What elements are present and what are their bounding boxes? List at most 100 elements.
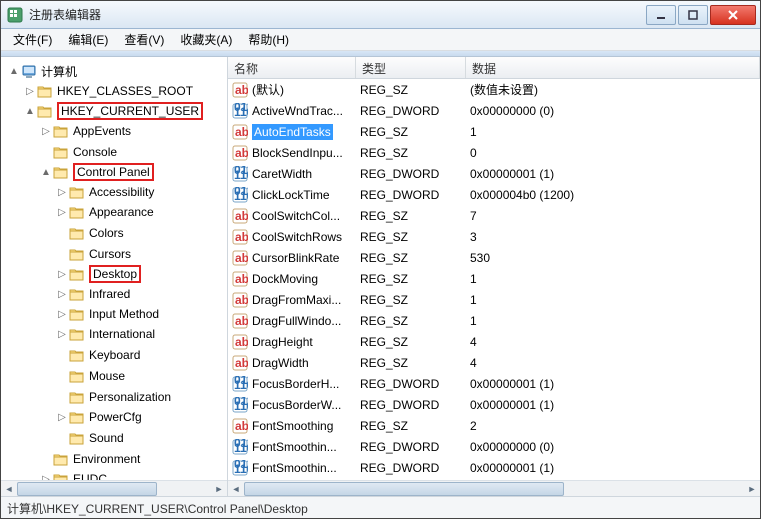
- tree-twist-icon[interactable]: ▷: [55, 187, 69, 198]
- list-row[interactable]: DragHeight REG_SZ 4: [228, 331, 760, 352]
- cell-name[interactable]: FontSmoothin...: [228, 439, 356, 455]
- col-data[interactable]: 数据: [466, 57, 760, 78]
- cell-name[interactable]: DragFromMaxi...: [228, 292, 356, 308]
- tree-sound[interactable]: Sound: [1, 428, 227, 448]
- tree-infrared[interactable]: ▷Infrared: [1, 284, 227, 304]
- tree-environment[interactable]: Environment: [1, 449, 227, 469]
- tree-powercfg[interactable]: ▷ PowerCfg: [1, 407, 227, 427]
- tree-twist-icon[interactable]: ▷: [55, 207, 69, 218]
- tree-hkcu[interactable]: ▲ HKEY_CURRENT_USER: [1, 101, 227, 121]
- tree-root[interactable]: ▲计算机: [1, 61, 227, 81]
- scroll-left-icon[interactable]: ◄: [228, 481, 244, 497]
- tree-appevents[interactable]: ▷ AppEvents: [1, 121, 227, 141]
- maximize-button[interactable]: [678, 5, 708, 25]
- tree-accessibility[interactable]: ▷ Accessibility: [1, 182, 227, 202]
- tree-twist-icon[interactable]: ▲: [23, 106, 37, 117]
- tree-cursors[interactable]: Cursors: [1, 244, 227, 264]
- list-row[interactable]: FocusBorderH... REG_DWORD 0x00000001 (1): [228, 373, 760, 394]
- cell-name[interactable]: CoolSwitchCol...: [228, 208, 356, 224]
- list-hscroll-thumb[interactable]: [244, 482, 564, 496]
- list-row[interactable]: DragWidth REG_SZ 4: [228, 352, 760, 373]
- tree-console-label[interactable]: Console: [73, 145, 117, 159]
- cell-name[interactable]: DragFullWindo...: [228, 313, 356, 329]
- scroll-left-icon[interactable]: ◄: [1, 481, 17, 496]
- tree-pane[interactable]: ▲计算机▷HKEY_CLASSES_ROOT▲HKEY_CURRENT_USER…: [1, 57, 228, 496]
- tree-hkcr-label[interactable]: HKEY_CLASSES_ROOT: [57, 84, 193, 98]
- tree-accessibility-label[interactable]: Accessibility: [89, 185, 154, 199]
- cell-name[interactable]: DockMoving: [228, 271, 356, 287]
- list-row[interactable]: (默认) REG_SZ (数值未设置): [228, 79, 760, 100]
- tree-appearance-label[interactable]: Appearance: [89, 205, 154, 219]
- tree-twist-icon[interactable]: ▷: [55, 269, 69, 280]
- tree-hkcr[interactable]: ▷ HKEY_CLASSES_ROOT: [1, 81, 227, 101]
- tree-twist-icon[interactable]: ▷: [23, 86, 37, 97]
- cell-name[interactable]: FocusBorderH...: [228, 376, 356, 392]
- list-row[interactable]: FocusBorderW... REG_DWORD 0x00000001 (1): [228, 394, 760, 415]
- tree-controlpanel-label[interactable]: Control Panel: [73, 163, 154, 181]
- cell-name[interactable]: (默认): [228, 81, 356, 98]
- tree-international[interactable]: ▷ International: [1, 324, 227, 344]
- tree-environment-label[interactable]: Environment: [73, 452, 140, 466]
- list-row[interactable]: DockMoving REG_SZ 1: [228, 268, 760, 289]
- list-row[interactable]: FontSmoothin... REG_DWORD 0x00000001 (1): [228, 457, 760, 478]
- tree-colors[interactable]: Colors: [1, 223, 227, 243]
- tree-twist-icon[interactable]: ▲: [39, 167, 53, 178]
- menu-edit[interactable]: 编辑(E): [62, 29, 114, 50]
- tree-mouse[interactable]: Mouse: [1, 366, 227, 386]
- menu-favorites[interactable]: 收藏夹(A): [174, 29, 238, 50]
- list-row[interactable]: CoolSwitchRows REG_SZ 3: [228, 226, 760, 247]
- tree-desktop-label[interactable]: Desktop: [89, 265, 141, 283]
- list-row[interactable]: CaretWidth REG_DWORD 0x00000001 (1): [228, 163, 760, 184]
- tree-colors-label[interactable]: Colors: [89, 226, 124, 240]
- tree-inputmethod-label[interactable]: Input Method: [89, 307, 159, 321]
- menu-help[interactable]: 帮助(H): [242, 29, 295, 50]
- cell-name[interactable]: CursorBlinkRate: [228, 250, 356, 266]
- menu-view[interactable]: 查看(V): [118, 29, 170, 50]
- cell-name[interactable]: BlockSendInpu...: [228, 145, 356, 161]
- list-row[interactable]: DragFullWindo... REG_SZ 1: [228, 310, 760, 331]
- tree-twist-icon[interactable]: ▷: [55, 289, 69, 300]
- cell-name[interactable]: ClickLockTime: [228, 187, 356, 203]
- minimize-button[interactable]: [646, 5, 676, 25]
- tree-powercfg-label[interactable]: PowerCfg: [89, 410, 142, 424]
- list-row[interactable]: FontSmoothing REG_SZ 2: [228, 415, 760, 436]
- tree-twist-icon[interactable]: ▷: [55, 412, 69, 423]
- list-row[interactable]: CursorBlinkRate REG_SZ 530: [228, 247, 760, 268]
- cell-name[interactable]: CaretWidth: [228, 166, 356, 182]
- tree-cursors-label[interactable]: Cursors: [89, 247, 131, 261]
- tree-international-label[interactable]: International: [89, 327, 155, 341]
- tree-inputmethod[interactable]: ▷ Input Method: [1, 304, 227, 324]
- scroll-right-icon[interactable]: ►: [744, 481, 760, 497]
- list-row[interactable]: ClickLockTime REG_DWORD 0x000004b0 (1200…: [228, 184, 760, 205]
- tree-twist-icon[interactable]: ▷: [55, 309, 69, 320]
- tree-mouse-label[interactable]: Mouse: [89, 369, 125, 383]
- list-row[interactable]: BlockSendInpu... REG_SZ 0: [228, 142, 760, 163]
- cell-name[interactable]: DragWidth: [228, 355, 356, 371]
- tree-keyboard[interactable]: Keyboard: [1, 345, 227, 365]
- menu-file[interactable]: 文件(F): [7, 29, 58, 50]
- cell-name[interactable]: CoolSwitchRows: [228, 229, 356, 245]
- tree-desktop[interactable]: ▷ Desktop: [1, 264, 227, 284]
- cell-name[interactable]: AutoEndTasks: [228, 124, 356, 140]
- tree-sound-label[interactable]: Sound: [89, 431, 124, 445]
- tree-root-label[interactable]: 计算机: [41, 63, 77, 80]
- list-row[interactable]: AutoEndTasks REG_SZ 1: [228, 121, 760, 142]
- cell-name[interactable]: FontSmoothing: [228, 418, 356, 434]
- close-button[interactable]: [710, 5, 756, 25]
- tree-personalization[interactable]: Personalization: [1, 387, 227, 407]
- tree-appearance[interactable]: ▷ Appearance: [1, 202, 227, 222]
- list-body[interactable]: (默认) REG_SZ (数值未设置) ActiveWndTrac... REG…: [228, 79, 760, 480]
- tree-twist-icon[interactable]: ▷: [39, 126, 53, 137]
- cell-name[interactable]: ActiveWndTrac...: [228, 103, 356, 119]
- tree-hscroll-thumb[interactable]: [17, 482, 157, 496]
- scroll-right-icon[interactable]: ►: [211, 481, 227, 496]
- tree-hkcu-label[interactable]: HKEY_CURRENT_USER: [57, 102, 203, 120]
- tree-appevents-label[interactable]: AppEvents: [73, 124, 131, 138]
- list-row[interactable]: DragFromMaxi... REG_SZ 1: [228, 289, 760, 310]
- cell-name[interactable]: FontSmoothin...: [228, 460, 356, 476]
- tree-keyboard-label[interactable]: Keyboard: [89, 348, 140, 362]
- tree-twist-icon[interactable]: ▷: [55, 329, 69, 340]
- col-name[interactable]: 名称: [228, 57, 356, 78]
- cell-name[interactable]: DragHeight: [228, 334, 356, 350]
- tree-hscrollbar[interactable]: ◄ ►: [1, 480, 227, 496]
